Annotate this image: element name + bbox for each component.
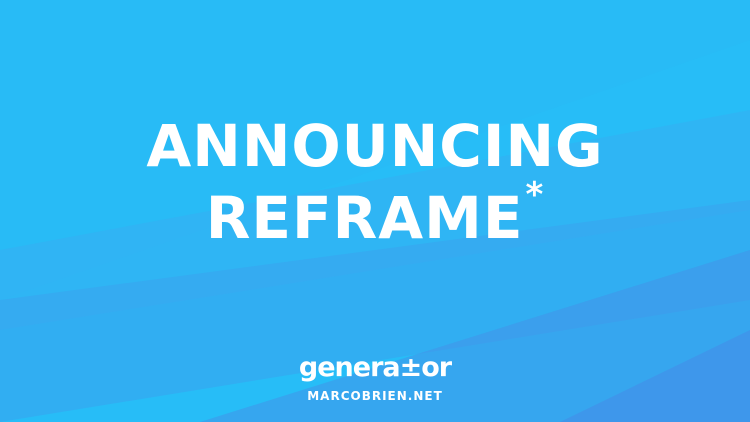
- headline: ANNOUNCING REFRAME*: [0, 110, 750, 254]
- site-url: MARCOBRIEN.NET: [307, 389, 443, 403]
- headline-line-1: ANNOUNCING: [146, 112, 604, 180]
- asterisk-mark: *: [525, 175, 545, 215]
- generator-logo: genera±or: [298, 352, 452, 383]
- headline-reframe: REFRAME: [205, 184, 524, 252]
- headline-line-2: REFRAME*: [0, 178, 750, 254]
- announcement-slide: ANNOUNCING REFRAME* genera±or MARCOBRIEN…: [0, 0, 750, 422]
